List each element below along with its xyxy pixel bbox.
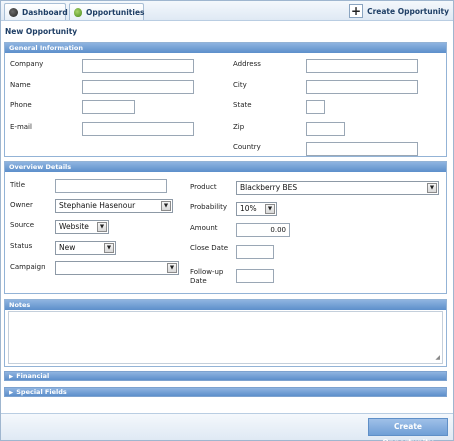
probability-select-value: 10% — [240, 204, 257, 213]
email-label: E-mail — [10, 123, 32, 131]
probability-select[interactable]: 10% ▼ — [236, 202, 277, 216]
notes-panel: Notes ◢ — [4, 299, 447, 367]
close-date-input[interactable] — [236, 245, 274, 259]
footer-bar: Create Opportunity — [1, 413, 453, 441]
owner-select-value: Stephanie Hasenour — [59, 201, 136, 210]
campaign-label: Campaign — [10, 263, 46, 271]
probability-label: Probability — [190, 203, 228, 211]
tab-dashboard[interactable]: Dashboard — [4, 3, 68, 20]
tab-opportunities-label: Opportunities — [86, 7, 145, 17]
app-window: Dashboard Opportunities + Create Opportu… — [0, 0, 454, 441]
owner-label: Owner — [10, 201, 33, 209]
overview-details-header: Overview Details — [5, 162, 446, 172]
status-select[interactable]: New ▼ — [55, 241, 116, 255]
address-label: Address — [233, 60, 261, 68]
country-label: Country — [233, 143, 261, 151]
source-select[interactable]: Website ▼ — [55, 220, 109, 234]
country-input[interactable] — [306, 142, 418, 156]
zip-label: Zip — [233, 123, 245, 131]
top-toolbar: Dashboard Opportunities + Create Opportu… — [1, 1, 453, 21]
general-information-panel: General Information Company Name Phone E… — [4, 42, 447, 157]
create-opportunity-button[interactable]: Create Opportunity — [368, 418, 448, 441]
state-input[interactable] — [306, 100, 325, 114]
notes-textarea[interactable]: ◢ — [8, 311, 443, 364]
chevron-down-icon: ▼ — [104, 243, 114, 253]
chevron-down-icon: ▼ — [265, 204, 275, 214]
expand-arrow-icon: ▶ — [9, 390, 14, 396]
title-input[interactable] — [55, 179, 167, 193]
followup-date-input[interactable] — [236, 269, 274, 283]
product-select[interactable]: Blackberry BES ▼ — [236, 181, 439, 195]
name-input[interactable] — [82, 80, 194, 94]
chevron-down-icon: ▼ — [161, 201, 171, 211]
notes-header: Notes — [5, 300, 446, 310]
campaign-select[interactable]: ▼ — [55, 261, 179, 275]
financial-section-header[interactable]: ▶ Financial — [4, 371, 447, 381]
phone-label: Phone — [10, 101, 32, 109]
financial-section-label: Financial — [16, 372, 50, 380]
email-input[interactable] — [82, 122, 194, 136]
zip-input[interactable] — [306, 122, 345, 136]
product-label: Product — [190, 183, 217, 191]
source-label: Source — [10, 221, 35, 229]
state-label: State — [233, 101, 252, 109]
name-label: Name — [10, 81, 31, 89]
tab-dashboard-label: Dashboard — [22, 7, 68, 17]
city-input[interactable] — [306, 80, 418, 94]
opportunity-icon — [74, 7, 82, 17]
amount-label: Amount — [190, 224, 218, 232]
city-label: City — [233, 81, 247, 89]
resize-handle-icon[interactable]: ◢ — [435, 355, 440, 361]
company-input[interactable] — [82, 59, 194, 73]
close-date-label: Close Date — [190, 244, 229, 252]
expand-arrow-icon: ▶ — [9, 374, 14, 380]
special-fields-section-label: Special Fields — [16, 388, 67, 396]
company-label: Company — [10, 60, 44, 68]
chevron-down-icon: ▼ — [167, 263, 177, 273]
dashboard-icon — [9, 7, 18, 17]
status-label: Status — [10, 242, 33, 250]
create-opportunity-top-button[interactable]: + Create Opportunity — [349, 3, 449, 19]
title-label: Title — [10, 181, 26, 189]
general-information-header: General Information — [5, 43, 446, 53]
source-select-value: Website — [59, 222, 89, 231]
owner-select[interactable]: Stephanie Hasenour ▼ — [55, 199, 173, 213]
status-select-value: New — [59, 243, 76, 252]
plus-icon: + — [349, 4, 364, 18]
page-title: New Opportunity — [5, 27, 78, 36]
create-opportunity-top-label: Create Opportunity — [367, 6, 449, 16]
phone-input[interactable] — [82, 100, 135, 114]
overview-details-panel: Overview Details Title Owner Stephanie H… — [4, 161, 447, 294]
chevron-down-icon: ▼ — [427, 183, 437, 193]
address-input[interactable] — [306, 59, 418, 73]
special-fields-section-header[interactable]: ▶ Special Fields — [4, 387, 447, 397]
followup-date-label: Follow-up Date — [190, 268, 224, 285]
amount-input[interactable]: 0.00 — [236, 223, 290, 237]
product-select-value: Blackberry BES — [240, 183, 298, 192]
chevron-down-icon: ▼ — [97, 222, 107, 232]
tab-opportunities[interactable]: Opportunities — [69, 3, 145, 20]
